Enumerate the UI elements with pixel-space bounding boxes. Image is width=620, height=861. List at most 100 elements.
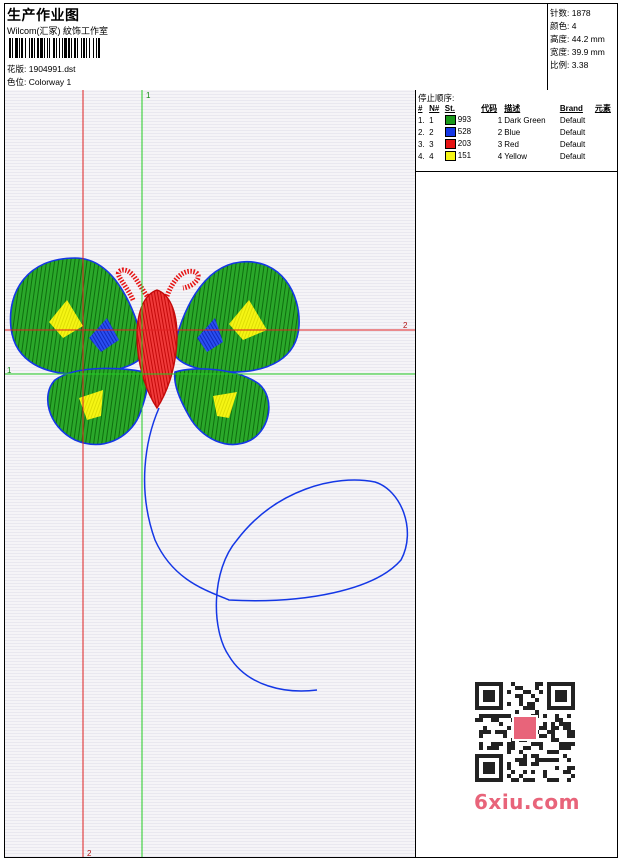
row-code-text: 1 bbox=[497, 115, 503, 125]
colors-label: 颜色: bbox=[550, 21, 570, 31]
guide-label-v2: 2 bbox=[87, 849, 92, 858]
width-value: 39.9 mm bbox=[571, 47, 605, 57]
scale-value: 3.38 bbox=[571, 60, 589, 70]
col-st: St. bbox=[444, 104, 456, 113]
row-brand: Default bbox=[559, 150, 594, 162]
row-st: 528 bbox=[444, 126, 480, 138]
row-n: 2 bbox=[428, 126, 444, 138]
row-desc: Red bbox=[503, 138, 559, 150]
row-desc: Dark Green bbox=[503, 114, 559, 126]
header-info: 生产作业图 Wilcom(汇冢) 紋饰工作室 花版: 1904991.dst 色… bbox=[5, 4, 548, 90]
stitches-stat: 针数: 1878 bbox=[550, 7, 591, 19]
company-name: Wilcom(汇冢) 紋饰工作室 bbox=[7, 26, 108, 36]
guide-label-h1: 1 bbox=[7, 366, 12, 375]
color-swatch bbox=[444, 127, 456, 137]
row-index-text: 1. bbox=[418, 115, 425, 125]
colorway-value: Colorway 1 bbox=[28, 77, 72, 87]
guide-label-v1: 1 bbox=[146, 91, 151, 100]
row-index-text: 4. bbox=[418, 151, 425, 161]
row-st: 993 bbox=[444, 114, 480, 126]
row-brand-text: Default bbox=[559, 115, 586, 125]
qr-logo bbox=[512, 715, 538, 741]
row-index: 4. bbox=[417, 150, 428, 162]
row-brand-text: Default bbox=[559, 139, 586, 149]
row-brand: Default bbox=[559, 138, 594, 150]
row-code: 3 bbox=[480, 138, 503, 150]
page-title: 生产作业图 bbox=[7, 7, 80, 23]
row-index-text: 3. bbox=[418, 139, 425, 149]
row-n-text: 1 bbox=[429, 115, 434, 125]
embroidery-preview bbox=[5, 90, 415, 857]
row-element bbox=[594, 114, 617, 126]
row-st-text: 993 bbox=[457, 115, 472, 125]
row-desc: Blue bbox=[503, 126, 559, 138]
table-row: 2. 2 528 2 Blue Default bbox=[417, 126, 617, 138]
row-element bbox=[594, 126, 617, 138]
row-code: 4 bbox=[480, 150, 503, 162]
row-desc-text: Dark Green bbox=[504, 115, 546, 125]
row-index: 1. bbox=[417, 114, 428, 126]
barcode bbox=[9, 38, 100, 58]
table-row: 4. 4 151 4 Yellow Default bbox=[417, 150, 617, 162]
col-n: N# bbox=[429, 104, 440, 113]
row-n: 3 bbox=[428, 138, 444, 150]
watermark-text: 6xiu.com bbox=[474, 790, 580, 814]
table-row: 1. 1 993 1 Dark Green Default bbox=[417, 114, 617, 126]
color-swatch bbox=[444, 139, 456, 149]
row-brand: Default bbox=[559, 114, 594, 126]
row-element bbox=[594, 138, 617, 150]
row-desc: Yellow bbox=[503, 150, 559, 162]
color-row: 色位: Colorway 1 bbox=[7, 76, 71, 88]
color-swatch bbox=[444, 151, 456, 161]
row-index: 3. bbox=[417, 138, 428, 150]
design-row: 花版: 1904991.dst bbox=[7, 63, 76, 75]
row-index: 2. bbox=[417, 126, 428, 138]
row-code-text: 3 bbox=[497, 139, 503, 149]
antenna-right bbox=[164, 268, 201, 297]
row-n-text: 3 bbox=[429, 139, 434, 149]
stop-sequence-table: # N# St. 代码 描述 Brand 元素 1. 1 993 1 Dark Gree… bbox=[417, 103, 617, 162]
color-swatch bbox=[444, 115, 456, 125]
row-index-text: 2. bbox=[418, 127, 425, 137]
col-code: 代码 bbox=[481, 104, 498, 113]
table-row: 3. 3 203 3 Red Default bbox=[417, 138, 617, 150]
col-desc: 描述 bbox=[504, 104, 521, 113]
row-n-text: 4 bbox=[429, 151, 434, 161]
stitches-label: 针数: bbox=[550, 8, 570, 18]
design-label: 花版: bbox=[7, 64, 27, 74]
row-st-text: 203 bbox=[457, 139, 472, 149]
design-canvas: 1 2 1 2 bbox=[5, 90, 416, 858]
row-st-text: 528 bbox=[457, 127, 472, 137]
row-n-text: 2 bbox=[429, 127, 434, 137]
design-value: 1904991.dst bbox=[28, 64, 76, 74]
colors-value: 4 bbox=[571, 21, 577, 31]
row-brand-text: Default bbox=[559, 127, 586, 137]
row-code-text: 4 bbox=[497, 151, 503, 161]
qr-code bbox=[467, 680, 583, 785]
scale-stat: 比例: 3.38 bbox=[550, 59, 588, 71]
panel-divider bbox=[416, 171, 617, 172]
row-n: 1 bbox=[428, 114, 444, 126]
row-desc-text: Blue bbox=[504, 127, 521, 137]
thread-path bbox=[143, 407, 409, 692]
scale-label: 比例: bbox=[550, 60, 570, 70]
header: 生产作业图 Wilcom(汇冢) 紋饰工作室 花版: 1904991.dst 色… bbox=[5, 4, 617, 91]
row-st-text: 151 bbox=[457, 151, 472, 161]
row-st: 203 bbox=[444, 138, 480, 150]
colorway-label: 色位: bbox=[7, 77, 27, 87]
stats-panel: 针数: 1878 颜色: 4 高度: 44.2 mm 宽度: 39.9 mm 比… bbox=[548, 4, 617, 90]
stitches-value: 1878 bbox=[571, 8, 591, 18]
row-desc-text: Red bbox=[504, 139, 519, 149]
guide-label-h2: 2 bbox=[403, 321, 408, 330]
col-index: # bbox=[418, 104, 423, 113]
row-code-text: 2 bbox=[497, 127, 503, 137]
height-value: 44.2 mm bbox=[571, 34, 605, 44]
width-stat: 宽度: 39.9 mm bbox=[550, 46, 605, 58]
width-label: 宽度: bbox=[550, 47, 570, 57]
wing-upper-left bbox=[9, 257, 146, 375]
row-code: 1 bbox=[480, 114, 503, 126]
row-code: 2 bbox=[480, 126, 503, 138]
table-header-row: # N# St. 代码 描述 Brand 元素 bbox=[417, 103, 617, 114]
col-brand: Brand bbox=[559, 104, 583, 113]
row-desc-text: Yellow bbox=[504, 151, 528, 161]
